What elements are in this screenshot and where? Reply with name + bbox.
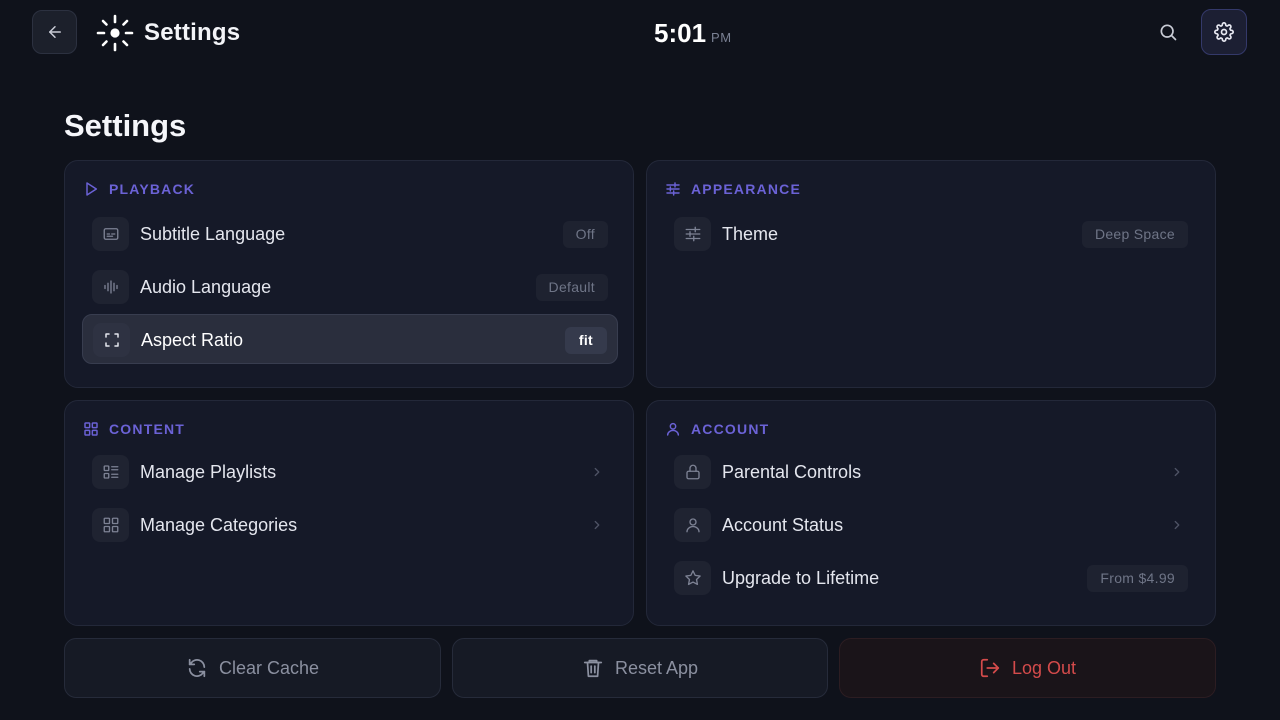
upgrade-lifetime-row[interactable]: Upgrade to Lifetime From $4.99 xyxy=(664,553,1198,603)
manage-playlists-label: Manage Playlists xyxy=(140,462,277,482)
clear-cache-label: Clear Cache xyxy=(218,657,320,678)
sun-burst-icon xyxy=(96,14,134,52)
content-title: CONTENT xyxy=(109,421,186,437)
account-status-row[interactable]: Account Status xyxy=(664,500,1198,550)
trash-icon xyxy=(582,657,604,679)
audio-language-value: Default xyxy=(535,274,608,301)
playback-title: PLAYBACK xyxy=(109,181,196,197)
star-icon xyxy=(674,561,711,595)
reset-app-label: Reset App xyxy=(614,657,699,678)
grid-icon xyxy=(92,508,129,542)
user-icon xyxy=(665,421,681,437)
chevron-right-icon xyxy=(590,518,604,532)
audio-language-row[interactable]: Audio Language Default xyxy=(82,262,618,312)
aspect-ratio-value: fit xyxy=(564,327,607,354)
subtitles-icon xyxy=(92,217,129,251)
parental-controls-row[interactable]: Parental Controls xyxy=(664,447,1198,497)
upgrade-lifetime-price: From $4.99 xyxy=(1087,565,1188,592)
appearance-card: APPEARANCE Theme Deep Space xyxy=(646,160,1216,388)
refresh-icon xyxy=(186,657,208,679)
play-icon xyxy=(83,181,99,197)
log-out-label: Log Out xyxy=(1011,657,1077,678)
reset-app-button[interactable]: Reset App xyxy=(452,638,828,698)
manage-playlists-row[interactable]: Manage Playlists xyxy=(82,447,618,497)
back-button[interactable] xyxy=(32,10,77,54)
upgrade-lifetime-label: Upgrade to Lifetime xyxy=(722,568,880,588)
log-out-button[interactable]: Log Out xyxy=(839,638,1216,698)
search-icon xyxy=(1158,22,1178,42)
lock-icon xyxy=(674,455,711,489)
parental-controls-label: Parental Controls xyxy=(722,462,862,482)
account-header: ACCOUNT xyxy=(665,421,769,437)
app-title: Settings xyxy=(144,19,241,46)
account-title: ACCOUNT xyxy=(691,421,770,437)
settings-button[interactable] xyxy=(1201,9,1247,55)
chevron-right-icon xyxy=(590,465,604,479)
theme-value: Deep Space xyxy=(1081,221,1188,248)
content-card: CONTENT Manage Playlists Manage Categori… xyxy=(64,400,634,626)
sliders-icon xyxy=(674,217,711,251)
clock-ampm: PM xyxy=(711,30,732,45)
manage-categories-label: Manage Categories xyxy=(140,515,298,535)
chevron-right-icon xyxy=(1170,465,1184,479)
audio-wave-icon xyxy=(92,270,129,304)
manage-categories-row[interactable]: Manage Categories xyxy=(82,500,618,550)
log-out-icon xyxy=(979,657,1001,679)
clock: 5:01 PM xyxy=(654,17,732,49)
list-icon xyxy=(92,455,129,489)
user-icon xyxy=(674,508,711,542)
expand-icon xyxy=(93,323,130,357)
grid-icon xyxy=(83,421,99,437)
subtitle-language-value: Off xyxy=(562,221,608,248)
page-title: Settings xyxy=(64,108,187,143)
gear-icon xyxy=(1214,22,1234,42)
sliders-icon xyxy=(665,181,681,197)
account-card: ACCOUNT Parental Controls Account Status… xyxy=(646,400,1216,626)
aspect-ratio-label: Aspect Ratio xyxy=(141,330,244,350)
appearance-header: APPEARANCE xyxy=(665,181,801,197)
appearance-title: APPEARANCE xyxy=(691,181,802,197)
playback-header: PLAYBACK xyxy=(83,181,195,197)
arrow-left-icon xyxy=(46,23,64,41)
aspect-ratio-row[interactable]: Aspect Ratio fit xyxy=(82,314,618,364)
content-header: CONTENT xyxy=(83,421,185,437)
subtitle-language-label: Subtitle Language xyxy=(140,224,286,244)
theme-row[interactable]: Theme Deep Space xyxy=(664,209,1198,259)
top-bar: Settings 5:01 PM xyxy=(0,0,1280,66)
audio-language-label: Audio Language xyxy=(140,277,272,297)
chevron-right-icon xyxy=(1170,518,1184,532)
account-status-label: Account Status xyxy=(722,515,844,535)
clear-cache-button[interactable]: Clear Cache xyxy=(64,638,441,698)
clock-time: 5:01 xyxy=(654,18,707,48)
theme-label: Theme xyxy=(722,224,779,244)
subtitle-language-row[interactable]: Subtitle Language Off xyxy=(82,209,618,259)
search-button[interactable] xyxy=(1152,16,1184,48)
playback-card: PLAYBACK Subtitle Language Off Audio Lan… xyxy=(64,160,634,388)
